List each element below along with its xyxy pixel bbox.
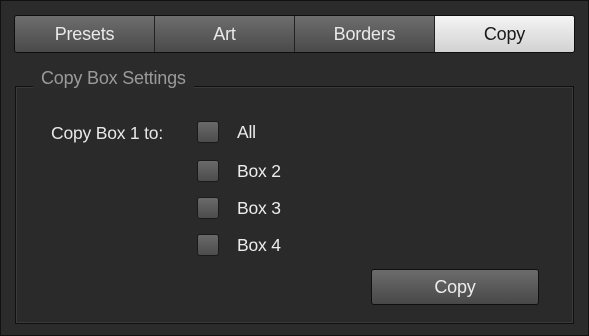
tab-art[interactable]: Art	[155, 16, 295, 52]
option-box-4[interactable]: Box 4	[197, 233, 281, 257]
option-label-box-4: Box 4	[237, 234, 281, 255]
copy-button[interactable]: Copy	[371, 269, 539, 305]
option-box-2[interactable]: Box 2	[197, 159, 281, 183]
tab-borders[interactable]: Borders	[295, 16, 435, 52]
tab-bar: Presets Art Borders Copy	[14, 15, 575, 53]
copy-settings-panel: Presets Art Borders Copy Copy Box Settin…	[0, 0, 589, 336]
checkbox-all[interactable]	[197, 121, 219, 143]
option-box-3[interactable]: Box 3	[197, 196, 281, 220]
copy-box-label: Copy Box 1 to:	[51, 123, 163, 143]
option-label-all: All	[237, 121, 256, 142]
option-label-box-3: Box 3	[237, 197, 281, 218]
option-all[interactable]: All	[197, 120, 256, 144]
tab-copy[interactable]: Copy	[435, 16, 574, 52]
checkbox-box-4[interactable]	[197, 234, 219, 256]
checkbox-box-2[interactable]	[197, 160, 219, 182]
option-label-box-2: Box 2	[237, 160, 281, 181]
checkbox-box-3[interactable]	[197, 197, 219, 219]
tab-presets[interactable]: Presets	[15, 16, 155, 52]
group-title: Copy Box Settings	[33, 67, 194, 89]
